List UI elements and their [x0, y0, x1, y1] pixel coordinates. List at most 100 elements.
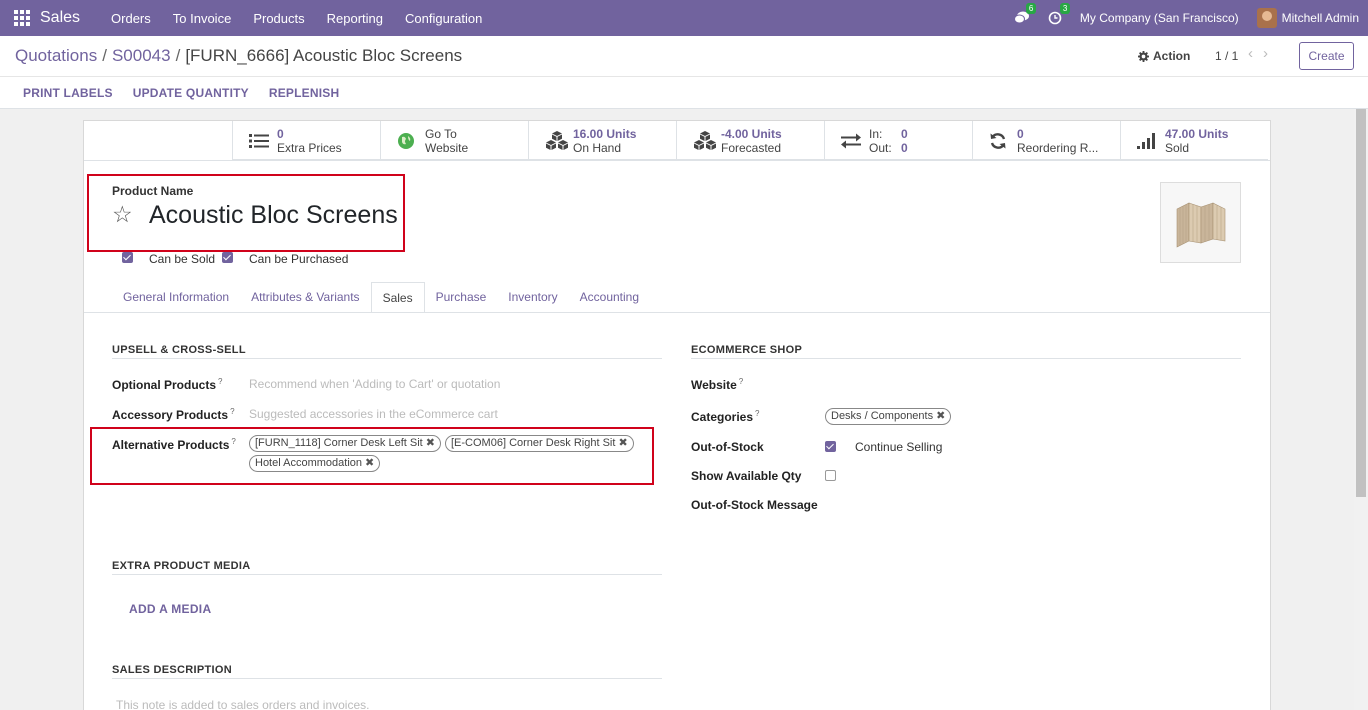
sales-description-input[interactable]: This note is added to sales orders and i…: [116, 698, 369, 710]
continue-selling-label: Continue Selling: [855, 440, 943, 454]
category-tag[interactable]: Desks / Components ✖: [825, 408, 952, 425]
add-media-button[interactable]: ADD A MEDIA: [129, 602, 211, 616]
sold-value: 47.00 Units: [1165, 126, 1229, 141]
upsell-section-title: UPSELL & CROSS-SELL: [112, 344, 246, 356]
extra-prices-button[interactable]: 0 Extra Prices: [232, 121, 380, 160]
accessory-products-input[interactable]: Suggested accessories in the eCommerce c…: [249, 407, 498, 421]
control-panel: Quotations / S00043/[FURN_6666] Acoustic B…: [0, 36, 1368, 109]
notebook-tabs: General Information Attributes & Variant…: [112, 282, 650, 314]
gear-icon: [1138, 50, 1149, 62]
tab-purchase[interactable]: Purchase: [425, 282, 498, 313]
cubes-icon: [694, 130, 716, 150]
menu-products[interactable]: Products: [242, 11, 315, 26]
main-menu: Orders To Invoice Products Reporting Con…: [100, 11, 493, 26]
product-image[interactable]: [1160, 182, 1241, 263]
create-button[interactable]: Create: [1299, 42, 1354, 70]
optional-products-input[interactable]: Recommend when 'Adding to Cart' or quota…: [249, 377, 500, 391]
apps-menu-icon[interactable]: [4, 0, 40, 36]
update-quantity-button[interactable]: UPDATE QUANTITY: [123, 86, 259, 100]
help-icon[interactable]: ?: [218, 377, 222, 386]
optional-products-label: Optional Products?: [112, 377, 223, 392]
tab-general-information[interactable]: General Information: [112, 282, 240, 313]
product-image-screens: [1176, 202, 1225, 247]
in-label: In:: [869, 126, 883, 141]
show-available-qty-label: Show Available Qty: [691, 469, 802, 483]
extra-media-section-title: EXTRA PRODUCT MEDIA: [112, 560, 251, 572]
sales-description-section-title: SALES DESCRIPTION: [112, 664, 233, 676]
reordering-value: 0: [1017, 126, 1024, 141]
avatar[interactable]: [1256, 8, 1277, 28]
chevron-right-icon[interactable]: ›: [1263, 45, 1278, 62]
form-sheet: 0 Extra Prices Go To Website 16.00 Units On…: [83, 120, 1271, 710]
can-be-sold-label: Can be Sold: [149, 252, 216, 266]
action-label: Action: [1153, 49, 1191, 63]
app-name[interactable]: Sales: [40, 9, 80, 27]
on-hand-value: 16.00 Units: [573, 126, 637, 141]
on-hand-button[interactable]: 16.00 Units On Hand: [528, 121, 676, 160]
breadcrumb: Quotations / S00043/[FURN_6666] Acoustic B…: [15, 46, 463, 65]
breadcrumb-current: [FURN_6666] Acoustic Bloc Screens: [185, 46, 463, 65]
in-out-button[interactable]: In: 0 Out: 0: [824, 121, 972, 160]
forecasted-button[interactable]: -4.00 Units Forecasted: [676, 121, 824, 160]
breadcrumb-quotations[interactable]: Quotations: [15, 46, 97, 65]
refresh-icon: [990, 132, 1006, 149]
chevron-left-icon[interactable]: ‹: [1248, 45, 1263, 62]
can-be-purchased-checkbox[interactable]: [222, 252, 233, 263]
menu-to-invoice[interactable]: To Invoice: [162, 11, 243, 26]
go-to-label: Go To: [425, 126, 457, 141]
go-to-website-button[interactable]: Go To Website: [380, 121, 528, 160]
out-value: 0: [901, 140, 908, 155]
signal-icon: [1137, 132, 1155, 149]
list-icon: [249, 133, 269, 148]
show-available-qty-checkbox[interactable]: [825, 470, 836, 481]
cubes-icon: [546, 130, 568, 150]
out-label: Out:: [869, 140, 892, 155]
can-be-sold-checkbox[interactable]: [122, 252, 133, 263]
tab-accounting[interactable]: Accounting: [569, 282, 650, 313]
messaging-menu[interactable]: 6: [1013, 3, 1037, 25]
can-be-purchased-label: Can be Purchased: [249, 252, 349, 266]
ecommerce-section-title: ECOMMERCE SHOP: [691, 344, 803, 356]
top-navbar: Sales Orders To Invoice Products Reporti…: [0, 0, 1368, 36]
forecasted-label: Forecasted: [721, 140, 782, 155]
website-label: Website: [425, 140, 469, 155]
replenish-button[interactable]: REPLENISH: [259, 86, 349, 100]
status-bar: PRINT LABELS UPDATE QUANTITY REPLENISH: [0, 76, 1368, 109]
messages-badge: 6: [1025, 3, 1037, 14]
help-icon[interactable]: ?: [755, 409, 759, 418]
breadcrumb-order[interactable]: S00043: [112, 46, 171, 65]
tab-attributes-variants[interactable]: Attributes & Variants: [240, 282, 371, 313]
menu-reporting[interactable]: Reporting: [316, 11, 394, 26]
activity-menu[interactable]: 3: [1048, 3, 1071, 25]
reordering-rules-button[interactable]: 0 Reordering R...: [972, 121, 1120, 160]
activities-badge: 3: [1059, 3, 1071, 14]
website-label: Website?: [691, 377, 744, 392]
extra-prices-value: 0: [277, 126, 284, 141]
remove-tag-icon[interactable]: ✖: [936, 410, 945, 422]
on-hand-label: On Hand: [573, 140, 622, 155]
menu-orders[interactable]: Orders: [100, 11, 162, 26]
menu-configuration[interactable]: Configuration: [394, 11, 493, 26]
categories-label: Categories?: [691, 409, 760, 424]
extra-prices-label: Extra Prices: [277, 140, 342, 155]
tab-inventory[interactable]: Inventory: [497, 282, 568, 313]
pager-arrows: ‹›: [1248, 45, 1278, 62]
help-icon[interactable]: ?: [230, 407, 234, 416]
user-menu[interactable]: Mitchell Admin: [1282, 11, 1359, 25]
vertical-scrollbar[interactable]: [1354, 109, 1368, 710]
tab-sales[interactable]: Sales: [370, 282, 425, 313]
exchange-icon: [841, 133, 861, 148]
pager-value[interactable]: 1 / 1: [1215, 49, 1238, 63]
sold-button[interactable]: 47.00 Units Sold: [1120, 121, 1268, 160]
help-icon[interactable]: ?: [739, 377, 743, 386]
smart-buttons: 0 Extra Prices Go To Website 16.00 Units On…: [232, 121, 1268, 160]
reordering-label: Reordering R...: [1017, 140, 1099, 155]
scrollbar-thumb[interactable]: [1356, 109, 1366, 497]
sold-label: Sold: [1165, 140, 1190, 155]
action-button[interactable]: Action: [1138, 49, 1190, 63]
continue-selling-checkbox[interactable]: [825, 441, 836, 452]
print-labels-button[interactable]: PRINT LABELS: [13, 86, 123, 100]
globe-icon: [398, 132, 414, 149]
accessory-products-label: Accessory Products?: [112, 407, 235, 422]
company-switcher[interactable]: My Company (San Francisco): [1080, 11, 1239, 25]
